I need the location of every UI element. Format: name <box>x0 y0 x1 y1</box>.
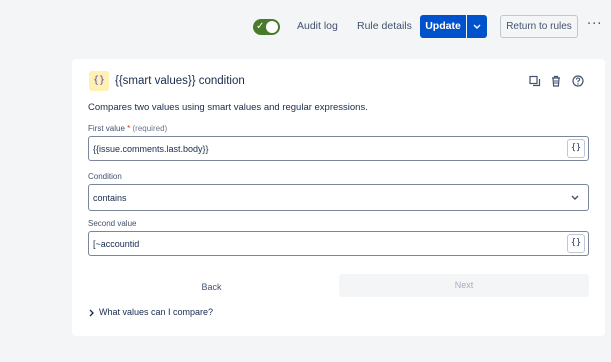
condition-select[interactable]: contains <box>88 184 589 211</box>
first-value-input[interactable]: {{issue.comments.last.body}} {} <box>88 136 589 161</box>
back-button[interactable]: Back <box>88 278 335 296</box>
required-hint: (required) <box>132 124 168 133</box>
chevron-down-icon <box>473 24 481 29</box>
return-to-rules-button[interactable]: Return to rules <box>500 15 578 38</box>
condition-label: Condition <box>88 172 122 181</box>
help-icon[interactable] <box>572 75 584 87</box>
second-value-label: Second value <box>88 219 137 228</box>
next-button[interactable]: Next <box>339 274 589 297</box>
smart-values-icon: {} <box>89 71 109 91</box>
chevron-down-icon <box>571 195 579 200</box>
audit-log-link[interactable]: Audit log <box>297 20 338 32</box>
update-options-button[interactable] <box>467 15 487 38</box>
update-button[interactable]: Update <box>420 15 466 38</box>
second-value-text: [~accountid <box>93 239 140 249</box>
toggle-knob <box>266 21 278 33</box>
condition-card: {} {{smart values}} condition Compares t… <box>72 59 605 336</box>
rule-details-link[interactable]: Rule details <box>357 20 412 32</box>
required-asterisk: * <box>127 124 131 133</box>
duplicate-icon[interactable] <box>529 75 541 87</box>
compare-values-label: What values can I compare? <box>99 307 214 317</box>
condition-value: contains <box>93 193 127 203</box>
first-value-text: {{issue.comments.last.body}} <box>93 144 209 154</box>
second-value-smart-values-button[interactable]: {} <box>567 234 585 253</box>
second-value-input[interactable]: [~accountid {} <box>88 231 589 256</box>
compare-values-expander[interactable]: What values can I compare? <box>89 307 213 317</box>
card-title: {{smart values}} condition <box>115 75 245 87</box>
first-value-label: First value * (required) <box>88 124 168 133</box>
rule-enabled-toggle[interactable]: ✓ <box>253 19 280 35</box>
chevron-right-icon <box>89 309 94 317</box>
delete-icon[interactable] <box>550 75 562 87</box>
first-value-smart-values-button[interactable]: {} <box>567 139 585 158</box>
card-description: Compares two values using smart values a… <box>88 102 368 113</box>
rule-toolbar: ✓ Audit log Rule details Update Return t… <box>0 15 611 41</box>
more-options-icon[interactable]: ··· <box>587 17 602 32</box>
check-icon: ✓ <box>256 21 265 32</box>
